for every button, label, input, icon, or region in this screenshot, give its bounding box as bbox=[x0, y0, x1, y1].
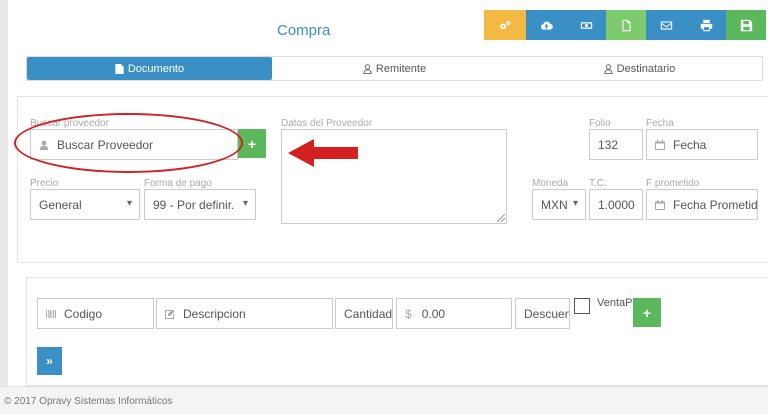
left-edge bbox=[0, 0, 8, 386]
user-icon bbox=[604, 63, 613, 74]
document-icon bbox=[115, 63, 124, 74]
datos-proveedor-label: Datos del Proveedor bbox=[281, 118, 373, 129]
cloud-upload-icon bbox=[540, 21, 553, 30]
user-icon bbox=[363, 63, 372, 74]
f-prometido-label: F prometido bbox=[646, 178, 700, 189]
toolbar bbox=[484, 10, 766, 40]
sale-checkbox[interactable] bbox=[574, 298, 590, 314]
description-input[interactable]: Descripcion bbox=[156, 298, 333, 329]
fecha-label: Fecha bbox=[646, 118, 674, 129]
footer-copyright: © 2017 Opravy Sistemas Informáticos bbox=[4, 396, 173, 407]
payment-method-value: 99 - Por definir. bbox=[153, 197, 235, 212]
money-button[interactable] bbox=[566, 10, 606, 40]
tab-label: Documento bbox=[127, 62, 185, 75]
payment-method-select[interactable]: 99 - Por definir. bbox=[144, 189, 256, 220]
resize-grip[interactable] bbox=[497, 214, 505, 222]
annotation-arrow-icon bbox=[288, 139, 358, 167]
calendar-icon bbox=[655, 139, 665, 150]
currency-value: MXN bbox=[541, 197, 568, 212]
folio-label: Folio bbox=[589, 118, 611, 129]
precio-label: Precio bbox=[30, 178, 59, 189]
tab-documento[interactable]: Documento bbox=[27, 57, 272, 80]
quantity-input[interactable]: Cantidad bbox=[335, 298, 393, 329]
folio-input[interactable]: 132 bbox=[589, 129, 643, 160]
currency-select[interactable]: MXN bbox=[532, 189, 586, 220]
save-icon bbox=[740, 19, 752, 31]
exchange-rate-value: 1.0000 bbox=[598, 197, 635, 212]
price-list-value: General bbox=[39, 197, 82, 212]
discount-placeholder: Descuento bbox=[524, 306, 569, 321]
forma-pago-label: Forma de pago bbox=[144, 178, 212, 189]
tab-label: Remitente bbox=[375, 62, 427, 75]
price-placeholder: 0.00 bbox=[421, 306, 446, 321]
tab-destinatario[interactable]: Destinatario bbox=[517, 57, 762, 80]
next-button[interactable]: » bbox=[37, 347, 62, 375]
footer: © 2017 Opravy Sistemas Informáticos bbox=[0, 386, 768, 414]
description-placeholder: Descripcion bbox=[183, 306, 246, 321]
date-input[interactable]: Fecha bbox=[646, 129, 758, 160]
date-placeholder: Fecha bbox=[673, 137, 707, 152]
email-button[interactable] bbox=[646, 10, 686, 40]
document-icon bbox=[621, 19, 631, 31]
calendar-icon bbox=[655, 199, 665, 210]
annotation-circle bbox=[14, 113, 243, 173]
quantity-placeholder: Cantidad bbox=[344, 306, 393, 321]
promised-date-placeholder: Fecha Prometido bbox=[673, 197, 758, 212]
moneda-label: Moneda bbox=[532, 178, 569, 189]
code-placeholder: Codigo bbox=[64, 306, 103, 321]
edit-icon bbox=[165, 309, 175, 319]
envelope-icon bbox=[660, 20, 672, 30]
cloud-upload-button[interactable] bbox=[526, 10, 566, 40]
document-button[interactable] bbox=[606, 10, 646, 40]
tab-label: Destinatario bbox=[616, 62, 676, 75]
page-title: Compra bbox=[277, 22, 331, 39]
add-item-button[interactable]: + bbox=[633, 298, 661, 327]
folio-value: 132 bbox=[598, 137, 619, 152]
price-list-select[interactable]: General bbox=[30, 189, 140, 220]
items-panel bbox=[26, 277, 768, 386]
save-button[interactable] bbox=[726, 10, 766, 40]
print-icon bbox=[700, 19, 712, 31]
exchange-rate-input[interactable]: 1.0000 bbox=[589, 189, 643, 220]
price-input[interactable]: $ 0.00 bbox=[396, 298, 512, 329]
tab-remitente[interactable]: Remitente bbox=[272, 57, 517, 80]
print-button[interactable] bbox=[686, 10, 726, 40]
money-icon bbox=[580, 21, 592, 29]
tc-label: T.C. bbox=[589, 178, 607, 189]
config-icon bbox=[499, 20, 510, 29]
barcode-icon bbox=[46, 309, 56, 318]
code-input[interactable]: Codigo bbox=[37, 298, 154, 329]
dollar-icon: $ bbox=[405, 306, 412, 321]
promised-date-input[interactable]: Fecha Prometido bbox=[646, 189, 758, 220]
config-button[interactable] bbox=[484, 10, 526, 40]
tab-bar: Documento Remitente Destinatario bbox=[26, 56, 763, 81]
discount-input[interactable]: Descuento bbox=[515, 298, 570, 329]
